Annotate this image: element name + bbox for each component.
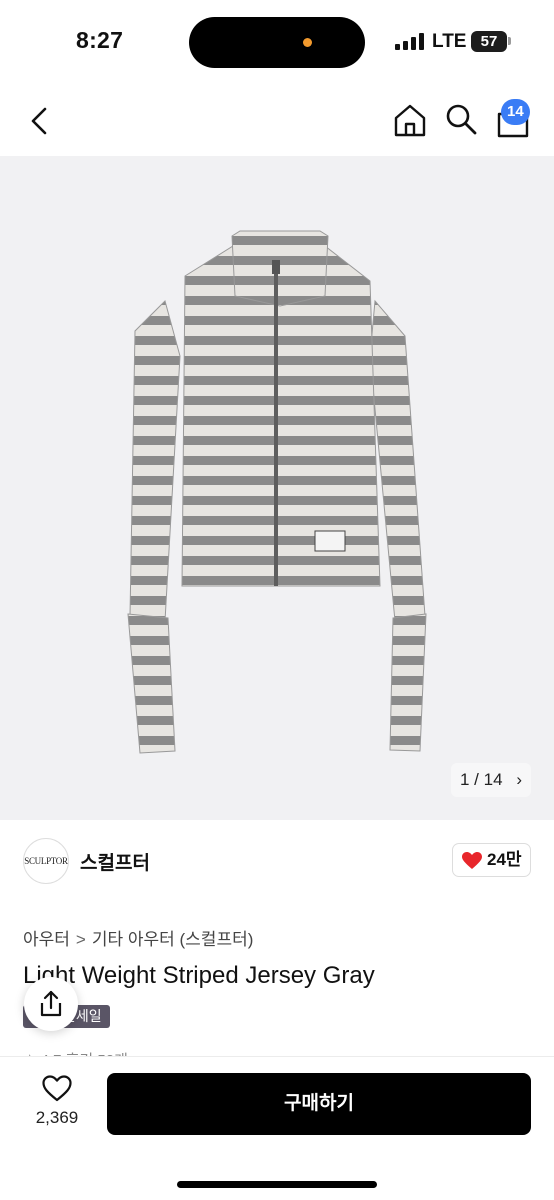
breadcrumb-item[interactable]: 기타 아우터 (스컬프터) [92, 925, 254, 950]
breadcrumb-item[interactable]: 아우터 [23, 925, 70, 950]
breadcrumb-separator: > [75, 930, 86, 949]
product-image-gallery[interactable] [0, 156, 554, 820]
wishlist-count: 2,369 [35, 1108, 79, 1127]
wishlist-button[interactable]: 2,369 [28, 1073, 86, 1133]
heart-filled-icon [462, 852, 482, 869]
status-time: 8:27 [76, 27, 124, 53]
dynamic-island [189, 17, 365, 68]
chevron-left-icon[interactable] [24, 104, 56, 138]
cart-count-badge: 14 [501, 99, 530, 125]
breadcrumb: 아우터 > 기타 아우터 (스컬프터) [23, 925, 253, 950]
heart-outline-icon [42, 1075, 72, 1102]
image-counter[interactable]: 1 / 14 › [451, 763, 531, 797]
battery-icon: 57 [471, 31, 507, 52]
battery-cap [508, 37, 511, 45]
shop-like-count: 24만 [487, 850, 522, 869]
share-icon [40, 990, 62, 1017]
recording-indicator-dot [303, 38, 312, 47]
home-icon[interactable] [392, 102, 428, 138]
image-counter-text: 1 / 14 [460, 770, 503, 789]
shop-like-button[interactable]: 24만 [452, 843, 531, 877]
product-photo [127, 230, 427, 754]
home-indicator [177, 1181, 377, 1188]
shop-name[interactable]: 스컬프터 [80, 848, 150, 875]
top-nav-bar [0, 90, 554, 152]
status-bar: 8:27 LTE 57 [0, 0, 554, 84]
chevron-right-icon: › [516, 770, 522, 789]
buy-button[interactable]: 구매하기 [107, 1073, 531, 1135]
signal-icon [395, 33, 424, 50]
search-icon[interactable] [444, 102, 478, 136]
shop-logo[interactable]: SCULPTOR [23, 838, 69, 884]
product-title: Light Weight Striped Jersey Gray [23, 962, 375, 989]
network-label: LTE [432, 31, 467, 52]
share-button[interactable] [24, 977, 78, 1031]
